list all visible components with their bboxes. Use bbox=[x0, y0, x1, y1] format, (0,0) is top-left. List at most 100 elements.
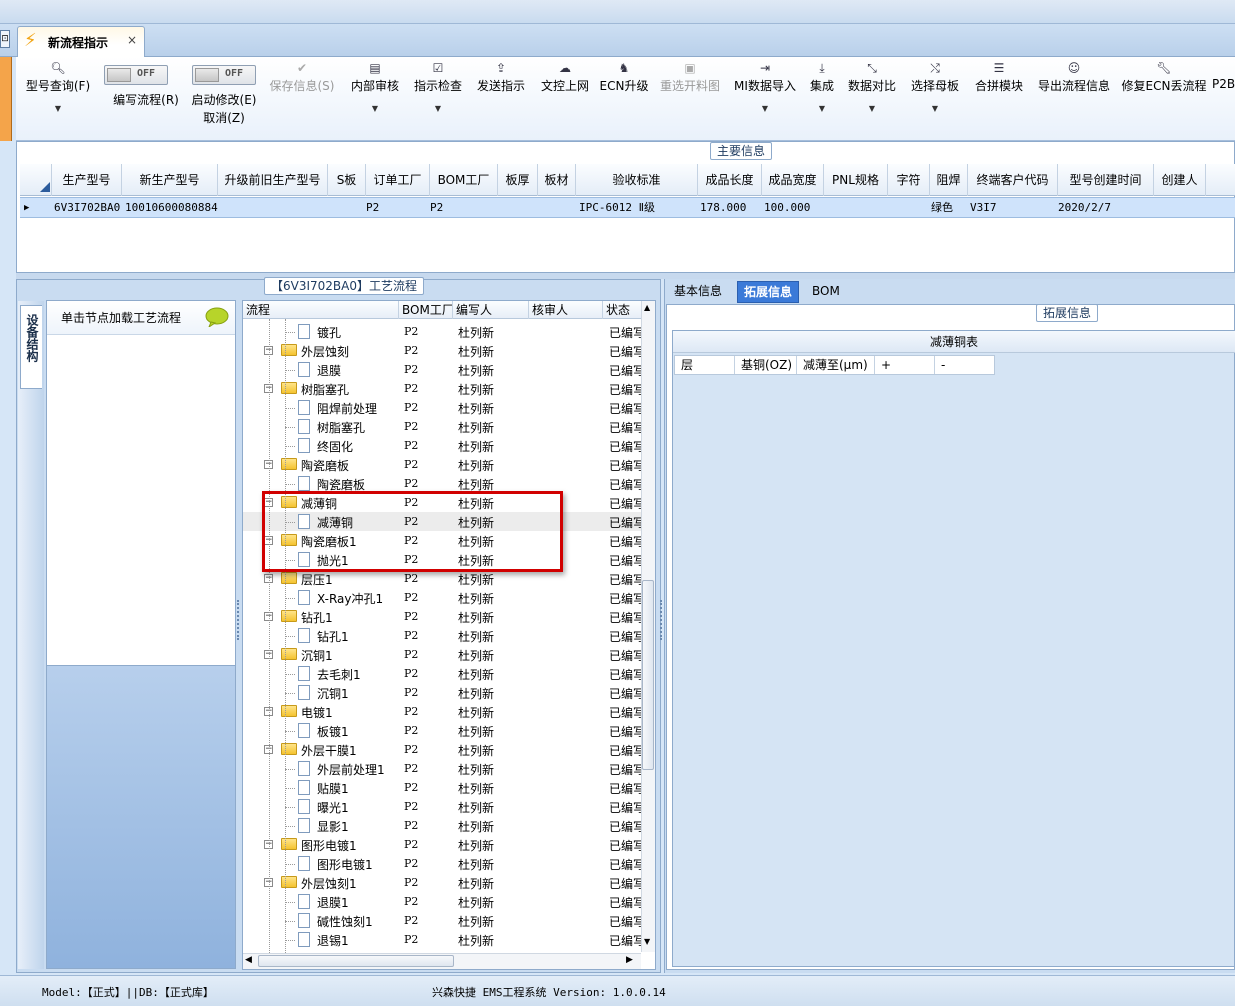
tree-row[interactable]: 图形电镀1 P2 杜列新 已编写 bbox=[243, 854, 641, 873]
start-modify-toggle[interactable]: OFF bbox=[192, 65, 256, 85]
mi-data-import-button[interactable]: ⇥ MI数据导入 ▼ bbox=[730, 57, 800, 141]
remove-row-button[interactable]: - bbox=[935, 356, 994, 374]
tab-extended-info[interactable]: 拓展信息 bbox=[737, 281, 800, 303]
cell: 2020/2/7 bbox=[1058, 201, 1111, 214]
send-instruction-button[interactable]: ⇪ 发送指示 bbox=[472, 57, 530, 141]
tab-new-process[interactable]: ⚡ 新流程指示 × bbox=[17, 26, 145, 57]
col-header[interactable]: 订单工厂 bbox=[366, 164, 430, 196]
col-header[interactable]: 成品宽度 bbox=[762, 164, 824, 196]
col-header[interactable]: 阻焊 bbox=[930, 164, 968, 196]
tree-row[interactable]: 外层前处理1 P2 杜列新 已编写 bbox=[243, 759, 641, 778]
tree-row[interactable]: − 外层蚀刻 P2 杜列新 已编写 bbox=[243, 341, 641, 360]
col-header[interactable]: 核审人 bbox=[529, 301, 603, 319]
col-header[interactable]: 验收标准 bbox=[576, 164, 698, 196]
tab-label: 新流程指示 bbox=[48, 36, 109, 50]
tree-row[interactable]: 退锡1 P2 杜列新 已编写 bbox=[243, 930, 641, 949]
close-icon[interactable]: × bbox=[127, 33, 137, 47]
col-header[interactable]: 升级前旧生产型号 bbox=[218, 164, 328, 196]
tree-row[interactable]: 树脂塞孔 P2 杜列新 已编写 bbox=[243, 417, 641, 436]
tree-row[interactable]: − 陶瓷磨板 P2 杜列新 已编写 bbox=[243, 455, 641, 474]
doc-control-online-button[interactable]: ☁ 文控上网 bbox=[536, 57, 594, 141]
col-header[interactable]: BOM工厂 bbox=[430, 164, 498, 196]
col-header[interactable]: S板 bbox=[328, 164, 366, 196]
col-header[interactable]: 层 bbox=[675, 356, 735, 374]
col-header[interactable]: 编写人 bbox=[453, 301, 529, 319]
integrate-button[interactable]: ⤓ 集成 ▼ bbox=[802, 57, 842, 141]
col-header[interactable]: 基铜(OZ) bbox=[735, 356, 797, 374]
tree-row[interactable]: − 沉铜1 P2 杜列新 已编写 bbox=[243, 645, 641, 664]
col-header[interactable]: 状态 bbox=[603, 301, 641, 319]
col-header[interactable]: 减薄至(μm) bbox=[797, 356, 875, 374]
bom-factory: P2 bbox=[404, 439, 419, 452]
col-header[interactable]: BOM工厂 bbox=[399, 301, 453, 319]
vertical-scroll-thumb[interactable] bbox=[642, 580, 654, 770]
ecn-upgrade-button[interactable]: ♞ ECN升级 bbox=[598, 57, 650, 141]
tree-row[interactable]: 板镀1 P2 杜列新 已编写 bbox=[243, 721, 641, 740]
tree-row[interactable]: 镀孔 P2 杜列新 已编写 bbox=[243, 322, 641, 341]
internal-review-button[interactable]: ▤ 内部审核 ▼ bbox=[346, 57, 404, 141]
reselect-cutting-chart-button[interactable]: ▣ 重选开料图 bbox=[656, 57, 724, 141]
row-selector-header bbox=[20, 164, 52, 196]
col-header[interactable]: 新生产型号 bbox=[122, 164, 218, 196]
model-query-button[interactable]: 🔍︎ 型号查询(F) ▼ bbox=[22, 57, 94, 141]
collapse-icon[interactable]: ⊡ bbox=[0, 30, 10, 48]
col-header[interactable]: PNL规格 bbox=[824, 164, 888, 196]
tree-row[interactable]: − 外层蚀刻1 P2 杜列新 已编写 bbox=[243, 873, 641, 892]
col-header[interactable]: 板厚 bbox=[498, 164, 538, 196]
col-header[interactable]: 生产型号 bbox=[52, 164, 122, 196]
export-process-info-button[interactable]: ☺ 导出流程信息 bbox=[1032, 57, 1116, 141]
col-header[interactable]: 字符 bbox=[888, 164, 930, 196]
col-header[interactable]: 型号创建时间 bbox=[1058, 164, 1154, 196]
splitter-grip[interactable] bbox=[237, 600, 241, 640]
tree-row[interactable]: 贴膜1 P2 杜列新 已编写 bbox=[243, 778, 641, 797]
tree-row[interactable]: − 外层干膜1 P2 杜列新 已编写 bbox=[243, 740, 641, 759]
scroll-right-icon[interactable]: ▶ bbox=[626, 955, 633, 965]
write-process-toggle[interactable]: OFF bbox=[104, 65, 168, 85]
repair-ecn-lost-process-button[interactable]: 🔧︎ 修复ECN丢流程 bbox=[1120, 57, 1208, 141]
tree-row[interactable]: 沉铜1 P2 杜列新 已编写 bbox=[243, 683, 641, 702]
tree-row[interactable]: 显影1 P2 杜列新 已编写 bbox=[243, 816, 641, 835]
process-name: 钻孔1 bbox=[317, 630, 349, 644]
table-row[interactable]: ▶ 6V3I702BA0 10010600080884 P2 P2 IPC-60… bbox=[20, 197, 1235, 218]
tree-row[interactable]: − 钻孔1 P2 杜列新 已编写 bbox=[243, 607, 641, 626]
tree-row[interactable]: 碱性蚀刻1 P2 杜列新 已编写 bbox=[243, 911, 641, 930]
tab-basic-info[interactable]: 基本信息 bbox=[668, 281, 728, 303]
tree-row[interactable]: − 图形电镀1 P2 杜列新 已编写 bbox=[243, 835, 641, 854]
tree-connector bbox=[285, 332, 295, 333]
printer-icon: ▤ bbox=[369, 61, 381, 75]
tree-row[interactable]: 钻孔1 P2 杜列新 已编写 bbox=[243, 626, 641, 645]
tree-row[interactable]: 曝光1 P2 杜列新 已编写 bbox=[243, 797, 641, 816]
scroll-down-icon[interactable]: ▼ bbox=[644, 937, 650, 946]
status: 已编写 bbox=[609, 383, 641, 397]
tree-connector bbox=[285, 427, 295, 428]
merge-module-button[interactable]: ☰ 合拼模块 bbox=[970, 57, 1028, 141]
scroll-up-icon[interactable]: ▲ bbox=[644, 303, 650, 312]
nav-bottom-area bbox=[46, 666, 236, 969]
col-header[interactable]: 流程 bbox=[243, 301, 399, 319]
document-icon bbox=[298, 590, 310, 605]
scroll-left-icon[interactable]: ◀ bbox=[245, 955, 252, 965]
p2b-button[interactable]: P2B bbox=[1212, 57, 1235, 141]
tree-row[interactable]: 阻焊前处理 P2 杜列新 已编写 bbox=[243, 398, 641, 417]
col-header[interactable]: 创建人 bbox=[1154, 164, 1206, 196]
col-header[interactable]: 板材 bbox=[538, 164, 576, 196]
tree-row[interactable]: 退膜 P2 杜列新 已编写 bbox=[243, 360, 641, 379]
col-header[interactable]: 终端客户代码 bbox=[968, 164, 1058, 196]
data-compare-button[interactable]: ⤡ 数据对比 ▼ bbox=[844, 57, 900, 141]
instruction-check-button[interactable]: ☑ 指示检查 ▼ bbox=[408, 57, 468, 141]
tree-row[interactable]: 退膜1 P2 杜列新 已编写 bbox=[243, 892, 641, 911]
tab-bom[interactable]: BOM bbox=[806, 281, 846, 303]
tree-row[interactable]: − 树脂塞孔 P2 杜列新 已编写 bbox=[243, 379, 641, 398]
tree-row[interactable]: − 电镀1 P2 杜列新 已编写 bbox=[243, 702, 641, 721]
tab-device-structure[interactable]: 设备结构 bbox=[20, 305, 42, 389]
tree-row[interactable]: 终固化 P2 杜列新 已编写 bbox=[243, 436, 641, 455]
add-row-button[interactable]: + bbox=[875, 356, 935, 374]
save-info-button[interactable]: ✔ 保存信息(S) bbox=[266, 57, 338, 141]
horizontal-scroll-thumb[interactable] bbox=[258, 955, 454, 967]
col-header[interactable]: 成品长度 bbox=[698, 164, 762, 196]
tree-row[interactable]: 去毛刺1 P2 杜列新 已编写 bbox=[243, 664, 641, 683]
process-name: 沉铜1 bbox=[301, 649, 333, 663]
device-tree-header[interactable]: 单击节点加载工艺流程 bbox=[47, 301, 235, 335]
tree-row[interactable]: X-Ray冲孔1 P2 杜列新 已编写 bbox=[243, 588, 641, 607]
select-motherboard-button[interactable]: ⤭ 选择母板 ▼ bbox=[906, 57, 964, 141]
